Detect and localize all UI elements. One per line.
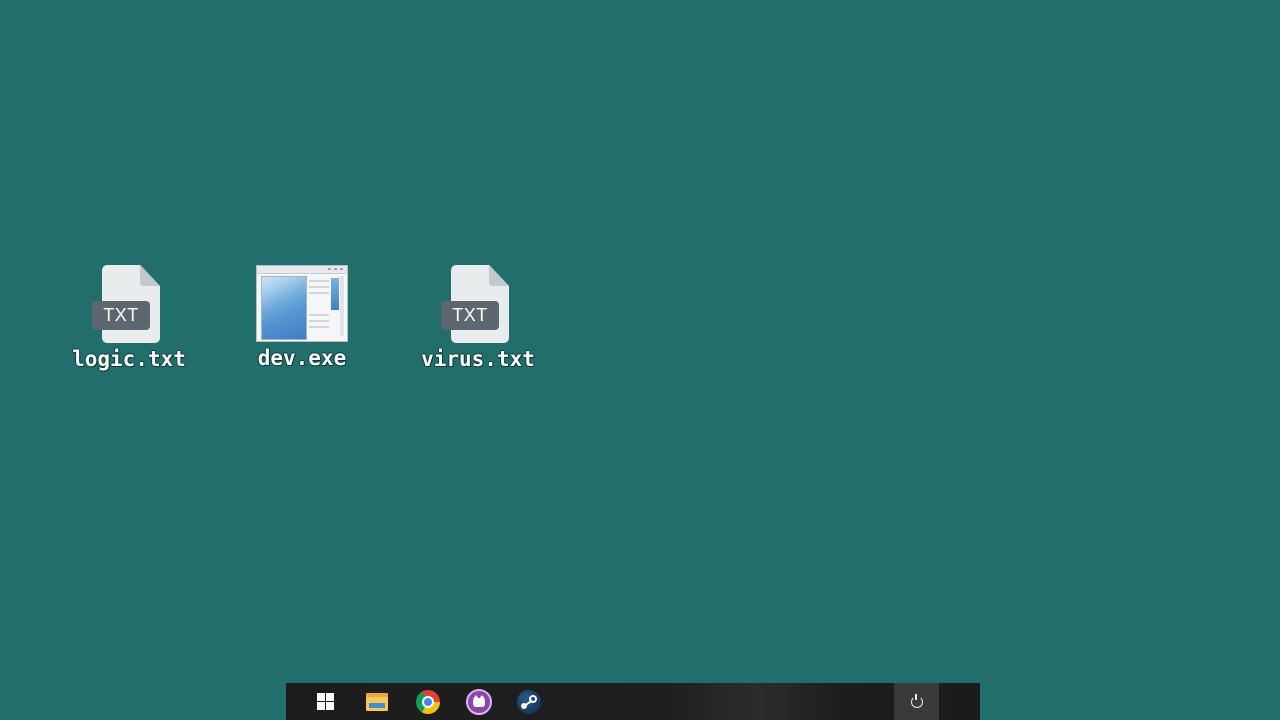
chrome-icon bbox=[416, 689, 440, 714]
desktop-icon-label: dev.exe bbox=[257, 346, 347, 370]
application-window-icon bbox=[256, 265, 348, 342]
desktop-icon-logic-txt[interactable]: TXT logic.txt bbox=[69, 265, 189, 371]
text-file-icon: TXT bbox=[90, 265, 168, 345]
desktop-icon-label: logic.txt bbox=[72, 347, 186, 371]
desktop: TXT logic.txt dev.exe TXT virus.txt bbox=[0, 0, 1280, 720]
windows-logo-icon bbox=[316, 693, 334, 710]
steam-icon bbox=[517, 689, 541, 714]
power-button[interactable] bbox=[894, 683, 939, 720]
folder-icon bbox=[366, 692, 388, 711]
cat-icon bbox=[466, 688, 492, 715]
desktop-icon-dev-exe[interactable]: dev.exe bbox=[242, 265, 362, 370]
txt-badge: TXT bbox=[92, 301, 150, 330]
start-button[interactable] bbox=[300, 683, 350, 720]
taskbar-cat-app[interactable] bbox=[454, 683, 504, 720]
power-icon bbox=[910, 693, 923, 708]
taskbar-file-explorer[interactable] bbox=[352, 683, 402, 720]
desktop-icon-virus-txt[interactable]: TXT virus.txt bbox=[418, 265, 538, 371]
taskbar-chrome[interactable] bbox=[403, 683, 453, 720]
taskbar bbox=[286, 683, 980, 720]
text-file-icon: TXT bbox=[439, 265, 517, 345]
taskbar-steam[interactable] bbox=[504, 683, 554, 720]
txt-badge: TXT bbox=[441, 301, 499, 330]
desktop-icon-label: virus.txt bbox=[421, 347, 535, 371]
